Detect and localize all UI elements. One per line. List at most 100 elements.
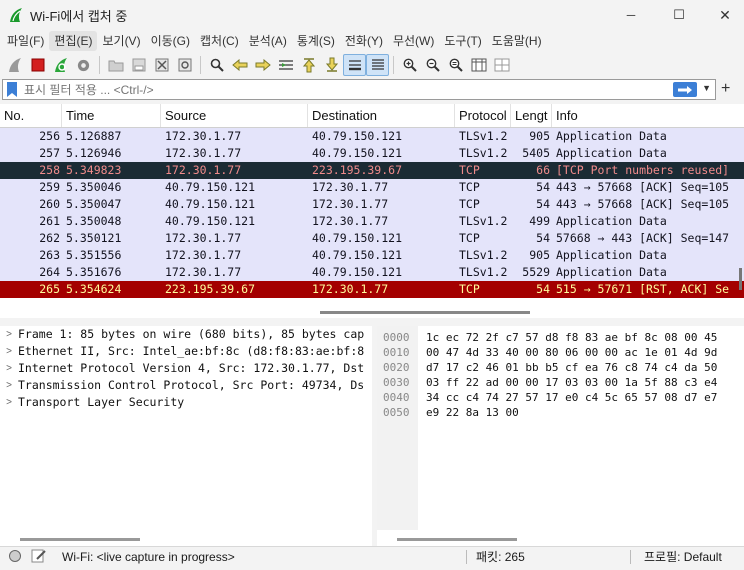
packet-cell-info: 443 → 57668 [ACK] Seq=105 bbox=[556, 180, 730, 194]
add-filter-button[interactable]: + bbox=[721, 79, 730, 99]
packet-row[interactable]: 263 5.351556 172.30.1.77 40.79.150.121 TLSv1… bbox=[0, 247, 744, 264]
last-packet-button[interactable] bbox=[320, 54, 343, 76]
menu-statistics[interactable]: 통계(S) bbox=[292, 31, 340, 51]
open-file-button[interactable] bbox=[104, 54, 127, 76]
column-header-source[interactable]: Source bbox=[161, 104, 308, 127]
menu-bar: 파일(F) 편집(E) 보기(V) 이동(G) 캡처(C) 분석(A) 통계(S… bbox=[0, 30, 744, 52]
packet-row[interactable]: 260 5.350047 40.79.150.121 172.30.1.77 TCP 54… bbox=[0, 196, 744, 213]
packet-cell-no: 264 bbox=[39, 265, 60, 279]
packet-row[interactable]: 259 5.350046 40.79.150.121 172.30.1.77 TCP 54… bbox=[0, 179, 744, 196]
packet-row[interactable]: 265 5.354624 223.195.39.67 172.30.1.77 TCP 54… bbox=[0, 281, 744, 298]
display-filter-input[interactable] bbox=[24, 82, 664, 97]
start-capture-button[interactable] bbox=[3, 54, 26, 76]
chevron-right-icon[interactable]: > bbox=[0, 394, 18, 411]
restart-capture-button[interactable] bbox=[49, 54, 72, 76]
packet-cell-info: 515 → 57671 [RST, ACK] Se bbox=[556, 282, 730, 296]
pane-splitter[interactable] bbox=[0, 318, 744, 326]
menu-tools[interactable]: 도구(T) bbox=[439, 31, 486, 51]
packet-cell-proto: TCP bbox=[459, 282, 480, 296]
packet-bytes-pane: 0000 1c ec 72 2f c7 57 d8 f8 83 ae bf 8c … bbox=[377, 326, 744, 546]
save-file-button[interactable] bbox=[127, 54, 150, 76]
capture-comment-button[interactable] bbox=[31, 548, 47, 570]
packet-cell-info: Application Data bbox=[556, 265, 667, 279]
colorize-toggle[interactable] bbox=[366, 54, 389, 76]
save-icon bbox=[132, 58, 145, 72]
column-header-info[interactable]: Info bbox=[552, 104, 744, 127]
menu-wireless[interactable]: 무선(W) bbox=[388, 31, 439, 51]
zoom-out-button[interactable] bbox=[421, 54, 444, 76]
packet-row[interactable]: 258 5.349823 172.30.1.77 223.195.39.67 TCP 66… bbox=[0, 162, 744, 179]
minimize-icon: ─ bbox=[626, 8, 636, 22]
packet-cell-dst: 40.79.150.121 bbox=[312, 265, 403, 279]
go-back-button[interactable] bbox=[228, 54, 251, 76]
packet-cell-time: 5.350121 bbox=[66, 231, 122, 245]
menu-go[interactable]: 이동(G) bbox=[146, 31, 195, 51]
minimize-button[interactable]: ─ bbox=[608, 0, 654, 30]
chevron-right-icon[interactable]: > bbox=[0, 343, 18, 360]
packet-row[interactable]: 256 5.126887 172.30.1.77 40.79.150.121 TLSv1… bbox=[0, 128, 744, 145]
chevron-right-icon[interactable]: > bbox=[0, 377, 18, 394]
chevron-right-icon[interactable]: > bbox=[0, 326, 18, 343]
packet-list-scrollbar[interactable] bbox=[739, 268, 742, 290]
column-header-length[interactable]: Lengt bbox=[511, 104, 552, 127]
folder-icon bbox=[108, 60, 123, 72]
tree-item-ethernet[interactable]: > Ethernet II, Src: Intel_ae:bf:8c (d8:f8… bbox=[0, 343, 372, 360]
column-header-no[interactable]: No. bbox=[0, 104, 62, 127]
arrow-right-icon bbox=[255, 59, 271, 71]
find-packet-button[interactable] bbox=[205, 54, 228, 76]
menu-file[interactable]: 파일(F) bbox=[2, 31, 49, 51]
packet-cell-len: 5529 bbox=[522, 265, 550, 279]
autoscroll-toggle[interactable] bbox=[343, 54, 366, 76]
column-header-protocol[interactable]: Protocol bbox=[455, 104, 511, 127]
status-separator bbox=[630, 550, 631, 564]
status-separator bbox=[466, 550, 467, 564]
chevron-down-icon[interactable]: ▼ bbox=[702, 83, 711, 93]
column-header-time[interactable]: Time bbox=[62, 104, 161, 127]
tree-item-tls[interactable]: > Transport Layer Security bbox=[0, 394, 372, 411]
stop-icon bbox=[31, 58, 44, 72]
chevron-right-icon[interactable]: > bbox=[0, 360, 18, 377]
tree-item-tcp[interactable]: > Transmission Control Protocol, Src Port… bbox=[0, 377, 372, 394]
first-packet-button[interactable] bbox=[297, 54, 320, 76]
reload-button[interactable] bbox=[173, 54, 196, 76]
menu-capture[interactable]: 캡처(C) bbox=[195, 31, 244, 51]
details-hscrollbar[interactable] bbox=[20, 538, 140, 541]
packet-cell-dst: 40.79.150.121 bbox=[312, 248, 403, 262]
packet-cell-time: 5.350047 bbox=[66, 197, 122, 211]
menu-help[interactable]: 도움말(H) bbox=[487, 31, 547, 51]
menu-view[interactable]: 보기(V) bbox=[97, 31, 145, 51]
stop-capture-button[interactable] bbox=[26, 54, 49, 76]
bookmark-icon[interactable] bbox=[6, 81, 18, 98]
close-button[interactable]: ✕ bbox=[702, 0, 744, 30]
tree-item-frame[interactable]: > Frame 1: 85 bytes on wire (680 bits), 8… bbox=[0, 326, 372, 343]
zoom-in-button[interactable] bbox=[398, 54, 421, 76]
menu-telephony[interactable]: 전화(Y) bbox=[340, 31, 388, 51]
packet-count-text: 패킷: 265 bbox=[476, 550, 525, 564]
autoscroll-icon bbox=[348, 60, 361, 71]
toolbar-separator bbox=[99, 56, 100, 74]
column-header-destination[interactable]: Destination bbox=[308, 104, 455, 127]
packet-cell-proto: TLSv1.2 bbox=[459, 146, 508, 160]
go-to-packet-button[interactable] bbox=[274, 54, 297, 76]
packet-list-hscrollbar[interactable] bbox=[320, 311, 530, 314]
profile-text[interactable]: 프로필: Default bbox=[644, 547, 722, 567]
capture-options-button[interactable] bbox=[72, 54, 95, 76]
expert-info-button[interactable] bbox=[8, 549, 22, 569]
layout-button[interactable] bbox=[490, 54, 513, 76]
menu-edit[interactable]: 편집(E) bbox=[49, 31, 98, 51]
maximize-button[interactable]: ☐ bbox=[656, 0, 702, 30]
apply-filter-button[interactable] bbox=[673, 82, 697, 97]
resize-columns-button[interactable] bbox=[467, 54, 490, 76]
display-filter-field[interactable]: ▼ bbox=[2, 79, 716, 100]
menu-analyze[interactable]: 분석(A) bbox=[244, 31, 292, 51]
close-file-button[interactable] bbox=[150, 54, 173, 76]
zoom-reset-button[interactable] bbox=[444, 54, 467, 76]
go-forward-button[interactable] bbox=[251, 54, 274, 76]
packet-row[interactable]: 261 5.350048 40.79.150.121 172.30.1.77 TLSv1… bbox=[0, 213, 744, 230]
packet-row[interactable]: 262 5.350121 172.30.1.77 40.79.150.121 TCP 54… bbox=[0, 230, 744, 247]
packet-row[interactable]: 264 5.351676 172.30.1.77 40.79.150.121 TLSv1… bbox=[0, 264, 744, 281]
packet-row[interactable]: 257 5.126946 172.30.1.77 40.79.150.121 TLSv1… bbox=[0, 145, 744, 162]
tree-item-ip[interactable]: > Internet Protocol Version 4, Src: 172.3… bbox=[0, 360, 372, 377]
bytes-hscrollbar[interactable] bbox=[397, 538, 517, 541]
packet-cell-src: 172.30.1.77 bbox=[165, 248, 242, 262]
